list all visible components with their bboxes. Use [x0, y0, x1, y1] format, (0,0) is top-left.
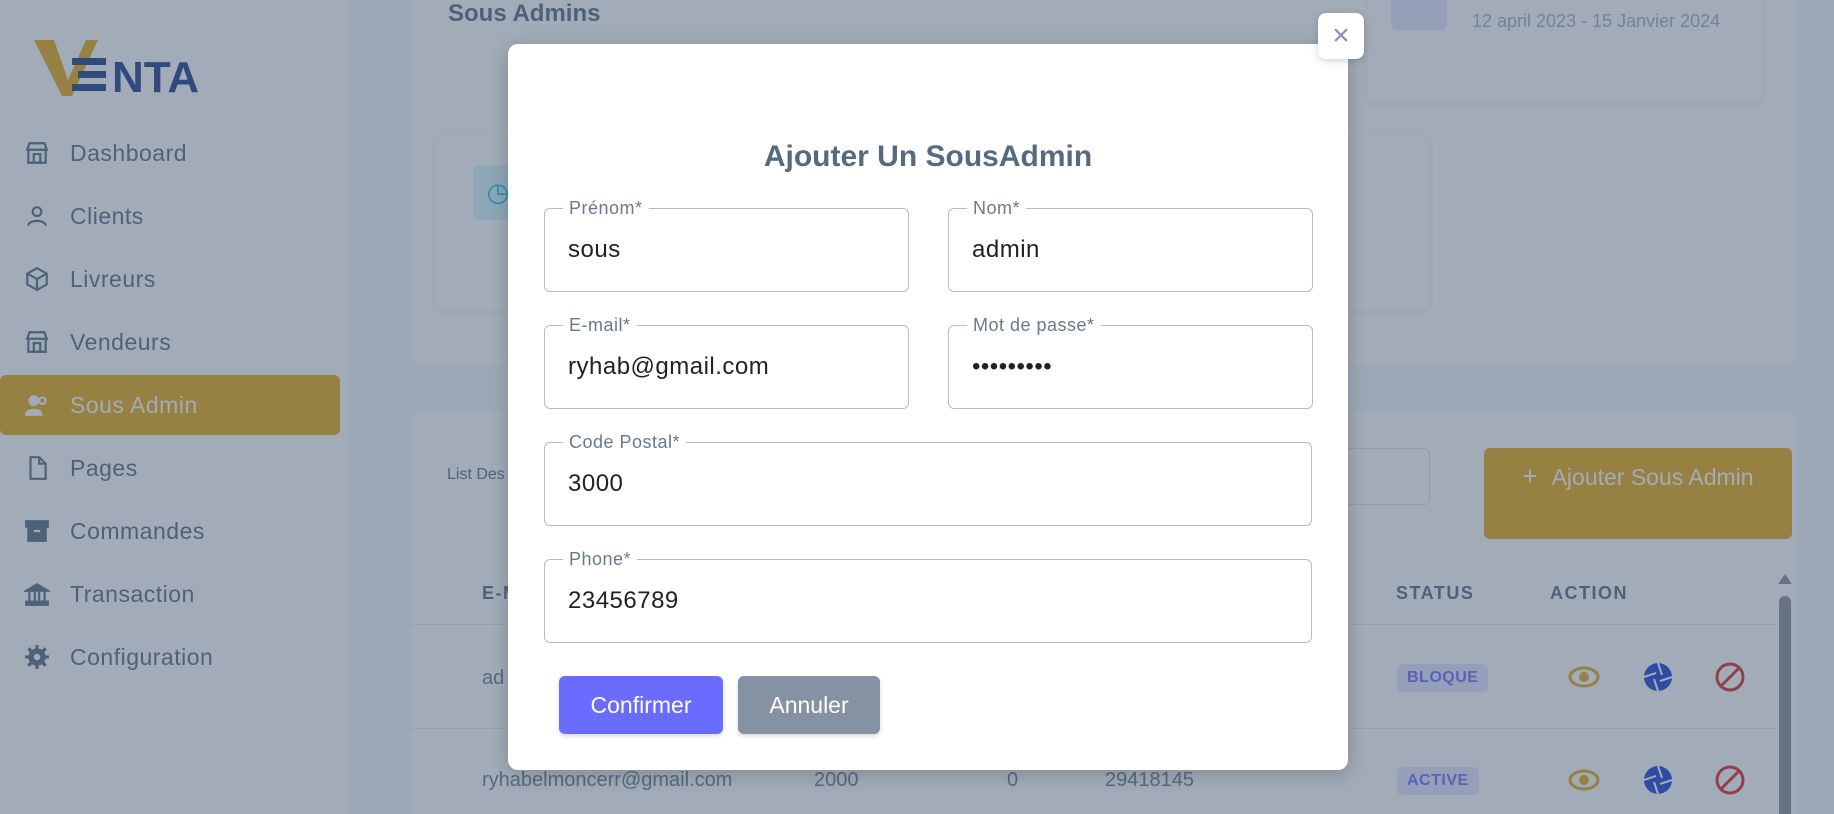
nom-field: Nom* [948, 198, 1313, 292]
password-field: Mot de passe* [948, 315, 1313, 409]
code-postal-field: Code Postal* [544, 432, 1312, 526]
close-icon: × [1332, 19, 1350, 52]
phone-input[interactable] [568, 560, 1301, 642]
code-postal-input[interactable] [568, 443, 1301, 525]
confirm-button[interactable]: Confirmer [559, 676, 723, 734]
email-field: E-mail* [544, 315, 909, 409]
cancel-button[interactable]: Annuler [738, 676, 880, 734]
phone-field: Phone* [544, 549, 1312, 643]
password-input[interactable] [972, 326, 1302, 408]
prenom-input[interactable] [568, 209, 898, 291]
close-button[interactable]: × [1318, 13, 1364, 59]
prenom-field: Prénom* [544, 198, 909, 292]
email-input[interactable] [568, 326, 898, 408]
modal-title: Ajouter Un SousAdmin [763, 140, 1093, 173]
nom-input[interactable] [972, 209, 1302, 291]
